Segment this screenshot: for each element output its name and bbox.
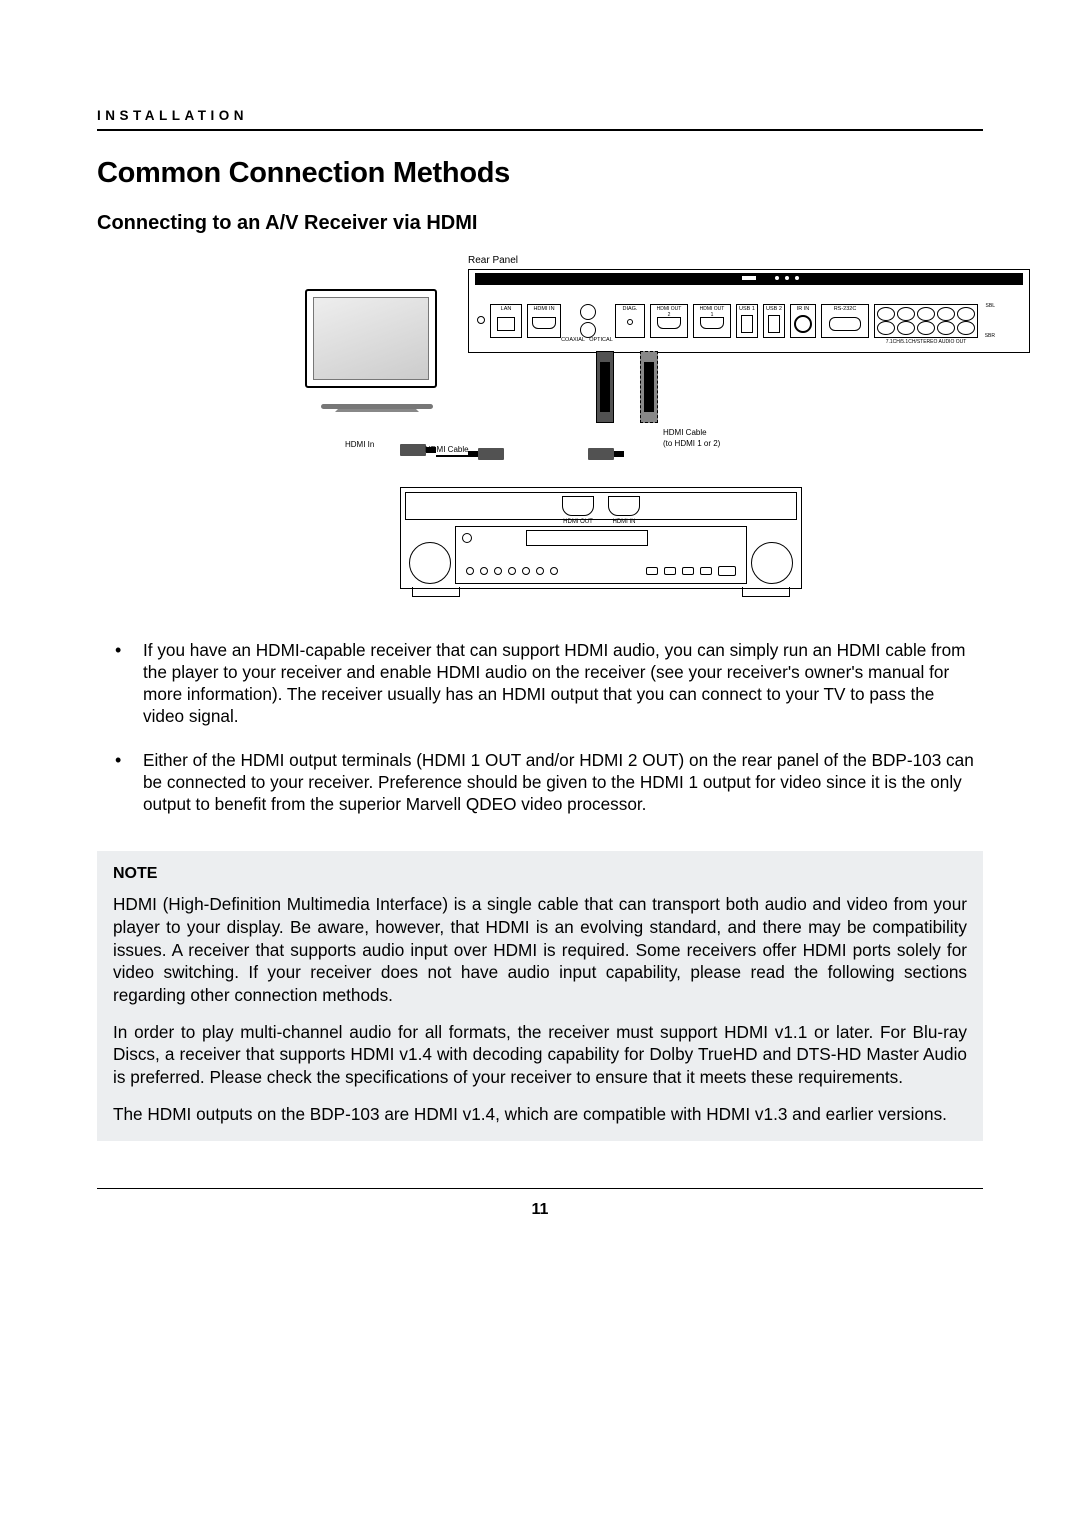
page-title: Common Connection Methods [97,157,983,190]
note-box: NOTE HDMI (High-Definition Multimedia In… [97,851,983,1141]
receiver-foot-right [742,587,790,597]
av-receiver: HDMI OUT HDMI IN [400,487,802,589]
receiver-hdmi-in-label: HDMI IN [603,519,645,525]
port-hdmi-in: HDMI IN [528,306,560,312]
audio-out-block: SBL SBR 7.1CH/5.1CH/STEREO AUDIO OUT [874,304,978,338]
port-lan: LAN [491,306,521,312]
hdmi-plug-tv [400,444,426,456]
rear-panel-label: Rear Panel [468,255,518,266]
page-number: 11 [97,1201,983,1219]
page-footer: 11 [97,1188,983,1219]
receiver-hdmi-out-label: HDMI OUT [557,519,599,525]
tv-hdmi-in-label: HDMI In [345,440,374,449]
tv [305,289,437,388]
port-diag: DIAG. [616,306,644,312]
hdmi-plug-receiver-out [478,448,504,460]
running-header: INSTALLATION [97,108,983,123]
hdmi-cable-b-label-1: HDMI Cable [663,428,707,437]
hdmi-plug-receiver-in [588,448,614,460]
port-coaxial: COAXIAL [560,337,586,343]
port-hdmi-out-2: HDMI OUT2 [651,306,687,318]
instruction-item: Either of the HDMI output terminals (HDM… [109,749,975,815]
port-ir: IR IN [791,306,815,312]
hdmi-cable-a-label: HDMI Cable [425,445,469,454]
instruction-list: If you have an HDMI-capable receiver tha… [97,639,983,815]
page-content: INSTALLATION Common Connection Methods C… [97,108,983,1141]
hdmi-cable-vertical-2 [640,351,658,423]
port-rs232: RS-232C [822,306,868,312]
port-usb-2: USB 2 [764,306,784,312]
audio-caption: 7.1CH/5.1CH/STEREO AUDIO OUT [875,339,977,345]
header-rule [97,129,983,131]
note-paragraph: In order to play multi-channel audio for… [113,1021,967,1089]
note-paragraph: The HDMI outputs on the BDP-103 are HDMI… [113,1103,967,1126]
hdmi-cable-vertical-1 [596,351,614,423]
page-subtitle: Connecting to an A/V Receiver via HDMI [97,212,983,235]
port-optical: OPTICAL [588,337,614,343]
note-title: NOTE [113,865,967,883]
audio-sbl-label: SBL [986,303,995,309]
rear-panel: LAN HDMI IN COAXIAL OPTICAL DIAG. HDMI O… [468,269,1030,353]
audio-sbr-label: SBR [985,333,995,339]
port-usb-1: USB 1 [737,306,757,312]
port-hdmi-out-1: HDMI OUT1 [694,306,730,318]
note-paragraph: HDMI (High-Definition Multimedia Interfa… [113,893,967,1007]
receiver-foot-left [412,587,460,597]
receiver-knob-right [751,542,793,584]
hdmi-cable-b-label-2: (to HDMI 1 or 2) [663,439,720,448]
connection-diagram: Rear Panel LAN HDMI IN COAXIAL OPTICAL [97,259,983,599]
instruction-item: If you have an HDMI-capable receiver tha… [109,639,975,727]
tv-stand [335,386,419,412]
receiver-knob-left [409,542,451,584]
